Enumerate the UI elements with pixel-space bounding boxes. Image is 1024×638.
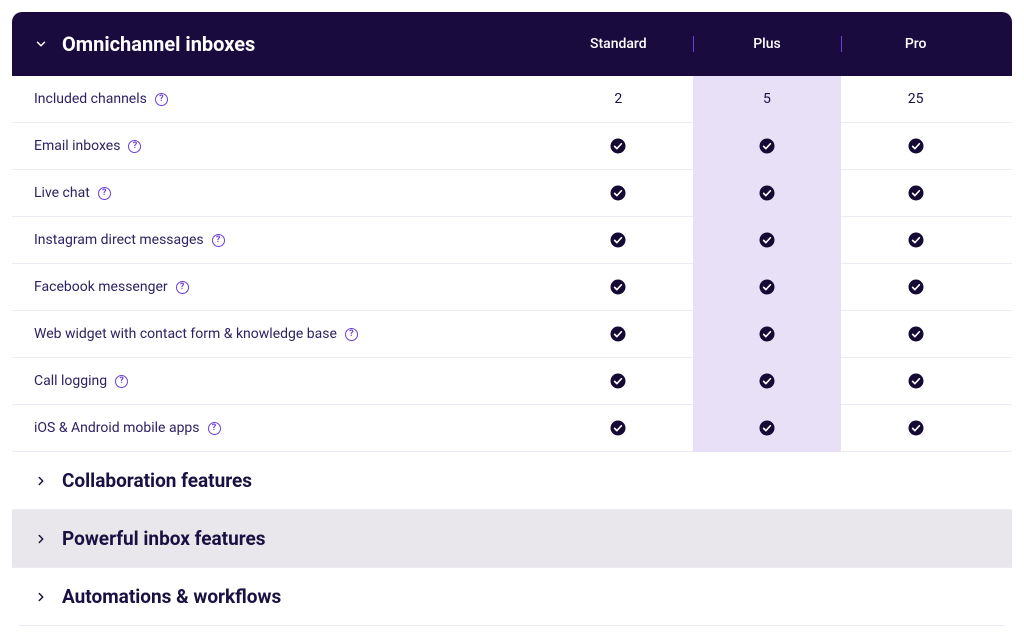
feature-value bbox=[841, 325, 990, 343]
feature-value: 25 bbox=[841, 91, 990, 107]
check-icon bbox=[758, 325, 776, 343]
check-icon bbox=[907, 184, 925, 202]
feature-value bbox=[544, 278, 693, 296]
feature-row: Call logging? bbox=[12, 358, 1012, 405]
feature-label-cell: Instagram direct messages? bbox=[34, 232, 544, 248]
check-icon bbox=[907, 325, 925, 343]
check-icon bbox=[758, 372, 776, 390]
check-icon bbox=[758, 184, 776, 202]
feature-value bbox=[693, 231, 842, 249]
feature-row: Email inboxes? bbox=[12, 123, 1012, 170]
check-icon bbox=[609, 278, 627, 296]
feature-label: Included channels bbox=[34, 91, 147, 107]
feature-row: Web widget with contact form & knowledge… bbox=[12, 311, 1012, 358]
check-icon bbox=[609, 372, 627, 390]
check-icon bbox=[907, 278, 925, 296]
feature-value bbox=[544, 137, 693, 155]
feature-row: Facebook messenger? bbox=[12, 264, 1012, 311]
feature-row: iOS & Android mobile apps? bbox=[12, 405, 1012, 452]
section-title: Omnichannel inboxes bbox=[62, 32, 255, 56]
feature-value bbox=[841, 372, 990, 390]
chevron-right-icon bbox=[34, 590, 48, 604]
feature-value bbox=[544, 419, 693, 437]
feature-value bbox=[544, 372, 693, 390]
section-title: Automations & workflows bbox=[62, 585, 281, 608]
check-icon bbox=[609, 325, 627, 343]
feature-label-cell: Live chat? bbox=[34, 185, 544, 201]
feature-label: Facebook messenger bbox=[34, 279, 168, 295]
feature-row: Live chat? bbox=[12, 170, 1012, 217]
chevron-right-icon bbox=[34, 474, 48, 488]
chevron-down-icon bbox=[34, 37, 48, 51]
feature-label: Email inboxes bbox=[34, 138, 120, 154]
help-icon[interactable]: ? bbox=[345, 328, 358, 341]
section-header-collapsed[interactable]: Automations & workflows bbox=[12, 568, 1012, 626]
feature-label: iOS & Android mobile apps bbox=[34, 420, 200, 436]
section-title: Powerful inbox features bbox=[62, 527, 266, 550]
feature-label: Web widget with contact form & knowledge… bbox=[34, 326, 337, 342]
feature-row: Included channels?2525 bbox=[12, 76, 1012, 123]
help-icon[interactable]: ? bbox=[212, 234, 225, 247]
feature-value bbox=[693, 372, 842, 390]
feature-value bbox=[693, 184, 842, 202]
help-icon[interactable]: ? bbox=[208, 422, 221, 435]
section-header-title-cell: Omnichannel inboxes bbox=[34, 32, 544, 56]
plan-header-plus: Plus bbox=[693, 36, 842, 52]
feature-label-cell: Facebook messenger? bbox=[34, 279, 544, 295]
help-icon[interactable]: ? bbox=[115, 375, 128, 388]
feature-value bbox=[693, 325, 842, 343]
help-icon[interactable]: ? bbox=[128, 140, 141, 153]
chevron-right-icon bbox=[34, 532, 48, 546]
feature-label-cell: Call logging? bbox=[34, 373, 544, 389]
check-icon bbox=[758, 419, 776, 437]
check-icon bbox=[609, 184, 627, 202]
check-icon bbox=[609, 137, 627, 155]
feature-value bbox=[693, 419, 842, 437]
check-icon bbox=[609, 419, 627, 437]
plan-header-standard: Standard bbox=[544, 36, 693, 52]
pricing-comparison-table: Omnichannel inboxes Standard Plus Pro In… bbox=[12, 12, 1012, 626]
section-header-collapsed[interactable]: Collaboration features bbox=[12, 452, 1012, 510]
feature-label: Call logging bbox=[34, 373, 107, 389]
section-body: Included channels?2525Email inboxes?Live… bbox=[12, 76, 1012, 452]
section-title: Collaboration features bbox=[62, 469, 252, 492]
check-icon bbox=[907, 231, 925, 249]
check-icon bbox=[609, 231, 627, 249]
help-icon[interactable]: ? bbox=[155, 93, 168, 106]
check-icon bbox=[907, 419, 925, 437]
check-icon bbox=[907, 372, 925, 390]
feature-label-cell: Email inboxes? bbox=[34, 138, 544, 154]
plan-header-pro: Pro bbox=[841, 36, 990, 52]
feature-value bbox=[841, 419, 990, 437]
feature-value bbox=[693, 137, 842, 155]
feature-label-cell: iOS & Android mobile apps? bbox=[34, 420, 544, 436]
feature-value bbox=[841, 278, 990, 296]
feature-value bbox=[544, 231, 693, 249]
check-icon bbox=[758, 137, 776, 155]
feature-label: Live chat bbox=[34, 185, 90, 201]
collapsed-sections: Collaboration features Powerful inbox fea… bbox=[12, 452, 1012, 626]
feature-label-cell: Web widget with contact form & knowledge… bbox=[34, 326, 544, 342]
check-icon bbox=[758, 231, 776, 249]
feature-value: 2 bbox=[544, 91, 693, 107]
section-header-expanded[interactable]: Omnichannel inboxes Standard Plus Pro bbox=[12, 12, 1012, 76]
feature-value bbox=[841, 137, 990, 155]
help-icon[interactable]: ? bbox=[98, 187, 111, 200]
check-icon bbox=[758, 278, 776, 296]
feature-value bbox=[841, 231, 990, 249]
feature-row: Instagram direct messages? bbox=[12, 217, 1012, 264]
feature-label: Instagram direct messages bbox=[34, 232, 204, 248]
feature-label-cell: Included channels? bbox=[34, 91, 544, 107]
feature-value bbox=[841, 184, 990, 202]
check-icon bbox=[907, 137, 925, 155]
feature-value bbox=[544, 184, 693, 202]
feature-value: 5 bbox=[693, 91, 842, 107]
help-icon[interactable]: ? bbox=[176, 281, 189, 294]
section-header-collapsed[interactable]: Powerful inbox features bbox=[12, 510, 1012, 568]
feature-value bbox=[693, 278, 842, 296]
feature-value bbox=[544, 325, 693, 343]
